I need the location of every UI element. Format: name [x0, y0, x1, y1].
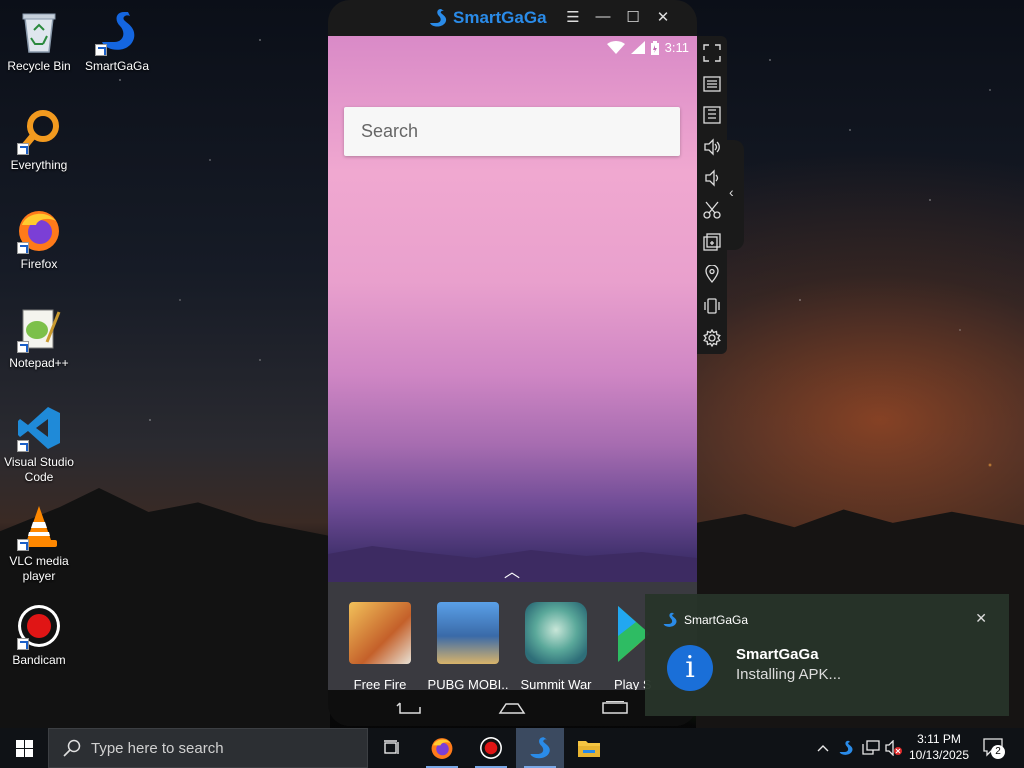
location-icon[interactable]: [701, 263, 723, 285]
volume-up-icon[interactable]: [701, 136, 723, 158]
start-button[interactable]: [0, 728, 48, 768]
notepad-plus-plus-icon: [15, 305, 63, 353]
taskbar-clock[interactable]: 3:11 PM 10/13/2025: [900, 731, 978, 763]
network-icon[interactable]: [860, 728, 882, 768]
vscode-icon: [15, 404, 63, 452]
emulator-logo: SmartGaGa: [428, 8, 547, 28]
toast-message: Installing APK...: [736, 666, 842, 683]
taskbar-smartgaga[interactable]: [516, 728, 564, 768]
taskbar-search-placeholder: Type here to search: [91, 739, 224, 757]
desktop-icon-label: Notepad++: [9, 356, 69, 370]
smartgaga-swan-icon: [530, 737, 550, 759]
desktop-icon-vlc[interactable]: VLC media player: [0, 503, 78, 584]
maximize-icon[interactable]: ☐: [622, 8, 644, 26]
taskbar-bandicam[interactable]: [467, 728, 515, 768]
chevron-left-icon: ‹: [729, 184, 734, 200]
record-icon: [480, 737, 502, 759]
action-center-button[interactable]: 2: [980, 728, 1008, 768]
android-nav-bar: [328, 690, 697, 726]
app-drawer-chevron-up-icon[interactable]: ︿: [504, 558, 520, 582]
minimize-icon[interactable]: —: [592, 8, 614, 25]
recents-icon[interactable]: [602, 701, 628, 720]
wifi-icon: [606, 41, 625, 54]
taskbar-firefox[interactable]: [418, 728, 466, 768]
desktop-icon-recycle-bin[interactable]: Recycle Bin: [0, 8, 78, 74]
fullscreen-icon[interactable]: [701, 42, 723, 64]
taskbar: Type here to search 3:11 PM 10/13/2025 2: [0, 728, 1024, 768]
vlc-cone-icon: [15, 503, 63, 551]
desktop-icon-label: Bandicam: [12, 653, 66, 667]
task-view-button[interactable]: [368, 728, 416, 768]
summit-war-icon: [525, 602, 587, 664]
toast-title: SmartGaGa: [736, 646, 819, 663]
shake-icon[interactable]: [701, 295, 723, 317]
menu-icon[interactable]: ☰: [562, 8, 584, 26]
scissors-icon[interactable]: [701, 199, 723, 221]
android-search-bar[interactable]: Search: [344, 107, 680, 156]
signal-icon: [630, 41, 645, 54]
settings-icon[interactable]: [701, 327, 723, 349]
smartgaga-swan-icon: [663, 612, 677, 627]
clock-time: 3:11 PM: [917, 732, 961, 746]
recycle-bin-icon: [15, 8, 63, 56]
info-icon: i: [667, 645, 713, 691]
smartgaga-tray-icon[interactable]: [836, 728, 856, 768]
show-hidden-icons-chevron-up-icon[interactable]: [813, 728, 833, 768]
multi-instance-icon[interactable]: [701, 231, 723, 253]
smartgaga-swan-icon: [93, 8, 141, 56]
desktop-icon-label: Recycle Bin: [7, 59, 71, 73]
app-dock: Free Fire PUBG MOBI.. Summit War Play S: [328, 582, 697, 692]
android-home-screen[interactable]: 3:11 Search ︿: [328, 36, 697, 582]
desktop-icon-firefox[interactable]: Firefox: [0, 206, 78, 272]
firefox-icon: [15, 206, 63, 254]
smartgaga-swan-icon: [430, 9, 447, 27]
search-icon: [63, 739, 81, 757]
app-pubg-mobile[interactable]: PUBG MOBI..: [425, 602, 511, 692]
close-icon[interactable]: ✕: [652, 8, 674, 26]
home-icon[interactable]: [498, 701, 526, 720]
keyboard-icon[interactable]: [701, 73, 723, 95]
desktop-icon-label: Firefox: [20, 257, 58, 271]
desktop-icon-label: SmartGaGa: [84, 59, 150, 73]
status-time: 3:11: [664, 40, 689, 55]
firefox-icon: [431, 738, 453, 759]
battery-icon: [650, 40, 659, 55]
apk-install-icon[interactable]: [701, 104, 723, 126]
folder-icon: [578, 741, 600, 757]
desktop-icon-label: VLC media player: [9, 554, 69, 583]
volume-down-icon[interactable]: [701, 167, 723, 189]
task-view-icon: [384, 740, 399, 754]
desktop-icon-label: Visual Studio Code: [4, 455, 74, 484]
windows-logo-icon: [15, 739, 33, 757]
close-icon[interactable]: ✕: [975, 610, 987, 627]
desktop-icon-everything[interactable]: Everything: [0, 107, 78, 173]
magnifier-icon: [15, 107, 63, 155]
record-icon: [15, 602, 63, 650]
toast-notification[interactable]: SmartGaGa ✕ i SmartGaGa Installing APK..…: [645, 594, 1009, 716]
emulator-title: SmartGaGa: [453, 8, 547, 27]
desktop-icon-smartgaga[interactable]: SmartGaGa: [78, 8, 156, 74]
pubg-mobile-icon: [437, 602, 499, 664]
app-summit-war[interactable]: Summit War: [513, 602, 599, 692]
app-free-fire[interactable]: Free Fire: [337, 602, 423, 692]
toast-header: SmartGaGa: [662, 612, 748, 628]
toast-app-name: SmartGaGa: [684, 613, 749, 627]
desktop-icon-notepadpp[interactable]: Notepad++: [0, 305, 78, 371]
emulator-titlebar[interactable]: SmartGaGa ☰ — ☐ ✕: [328, 0, 697, 36]
free-fire-icon: [349, 602, 411, 664]
back-icon[interactable]: [396, 701, 422, 720]
desktop-icon-label: Everything: [10, 158, 68, 172]
desktop-icon-vscode[interactable]: Visual Studio Code: [0, 404, 78, 485]
side-toolbar: [697, 36, 727, 354]
taskbar-file-explorer[interactable]: [565, 728, 613, 768]
desktop-icon-bandicam[interactable]: Bandicam: [0, 602, 78, 668]
clock-date: 10/13/2025: [908, 748, 970, 762]
notification-count-badge: 2: [991, 745, 1005, 759]
taskbar-search-box[interactable]: Type here to search: [48, 728, 368, 768]
emulator-window: SmartGaGa ☰ — ☐ ✕ 3:11 Search ︿ Free Fir…: [328, 0, 697, 726]
android-status-bar: 3:11: [606, 40, 689, 55]
search-placeholder: Search: [361, 121, 419, 141]
